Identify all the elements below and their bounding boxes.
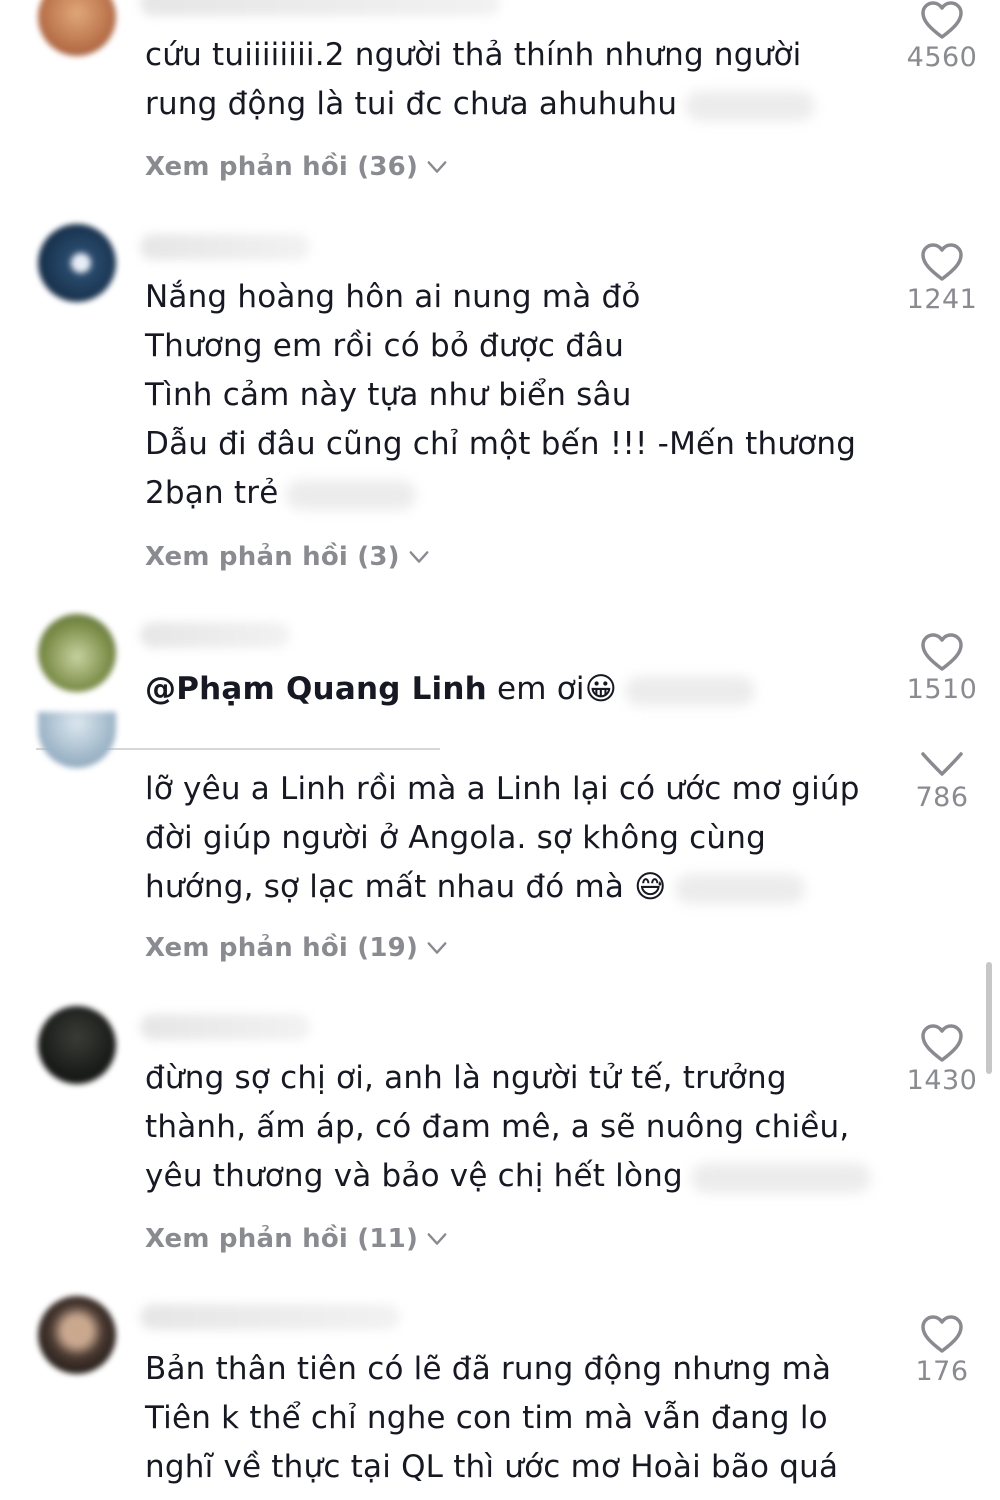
chevron-down-icon [409,551,429,563]
avatar[interactable] [38,0,116,56]
like-button[interactable]: 786 [900,752,984,813]
avatar[interactable] [38,614,116,692]
like-count: 4560 [906,42,978,73]
avatar[interactable] [38,712,116,768]
heart-outline-icon [921,752,963,776]
avatar[interactable] [38,1006,116,1084]
grinning-sweat-emoji: 😅 [634,869,667,905]
heart-outline-icon [921,1315,963,1353]
username-blurred[interactable] [140,234,310,260]
comment-text: Nắng hoàng hôn ai nung mà đỏ Thương em r… [145,279,857,511]
heart-outline-icon [921,243,963,281]
chevron-down-icon [427,942,447,954]
comment-text: cứu tuiiiiiiii.2 người thả thính nhưng n… [145,31,885,129]
username-blurred[interactable] [140,0,500,16]
heart-outline-icon [921,1,963,39]
like-button[interactable]: 176 [900,1314,984,1387]
comment-text: @Phạm Quang Linh em ơi😀 [145,665,885,714]
like-count: 176 [915,1356,969,1387]
heart-outline-icon [921,1024,963,1062]
username-blurred[interactable] [140,1304,400,1330]
mention-link[interactable]: @Phạm Quang Linh [145,671,487,707]
avatar[interactable] [38,224,116,302]
chevron-down-icon [427,1233,447,1245]
username-blurred[interactable] [140,622,290,648]
like-button[interactable]: 4560 [900,0,984,73]
heart-outline-icon [921,633,963,671]
like-count: 1510 [906,674,978,705]
view-replies-button[interactable]: Xem phản hồi (36) [145,152,448,182]
like-button[interactable]: 1241 [900,242,984,315]
view-replies-button[interactable]: Xem phản hồi (3) [145,542,430,572]
view-replies-label: Xem phản hồi (19) [145,933,419,963]
like-count: 1241 [906,284,978,315]
username-blurred[interactable] [140,1014,310,1040]
view-replies-button[interactable]: Xem phản hồi (11) [145,1224,448,1254]
view-replies-label: Xem phản hồi (3) [145,542,400,572]
comment-text: đừng sợ chị ơi, anh là người tử tế, trưở… [145,1054,885,1201]
view-replies-label: Xem phản hồi (36) [145,152,419,182]
comment-text: Bản thân tiên có lẽ đã rung động nhưng m… [145,1351,839,1485]
chevron-down-icon [427,161,447,173]
view-replies-button[interactable]: Xem phản hồi (19) [145,933,448,963]
view-replies-label: Xem phản hồi (11) [145,1224,419,1254]
avatar[interactable] [38,1296,116,1374]
like-count: 1430 [906,1065,978,1096]
like-button[interactable]: 1430 [900,1023,984,1096]
scrollbar[interactable] [986,962,992,1074]
grinning-emoji: 😀 [584,671,618,707]
like-button[interactable]: 1510 [900,632,984,705]
like-count: 786 [915,782,969,813]
comment-text: lỡ yêu a Linh rồi mà a Linh lại có ước m… [145,771,860,905]
